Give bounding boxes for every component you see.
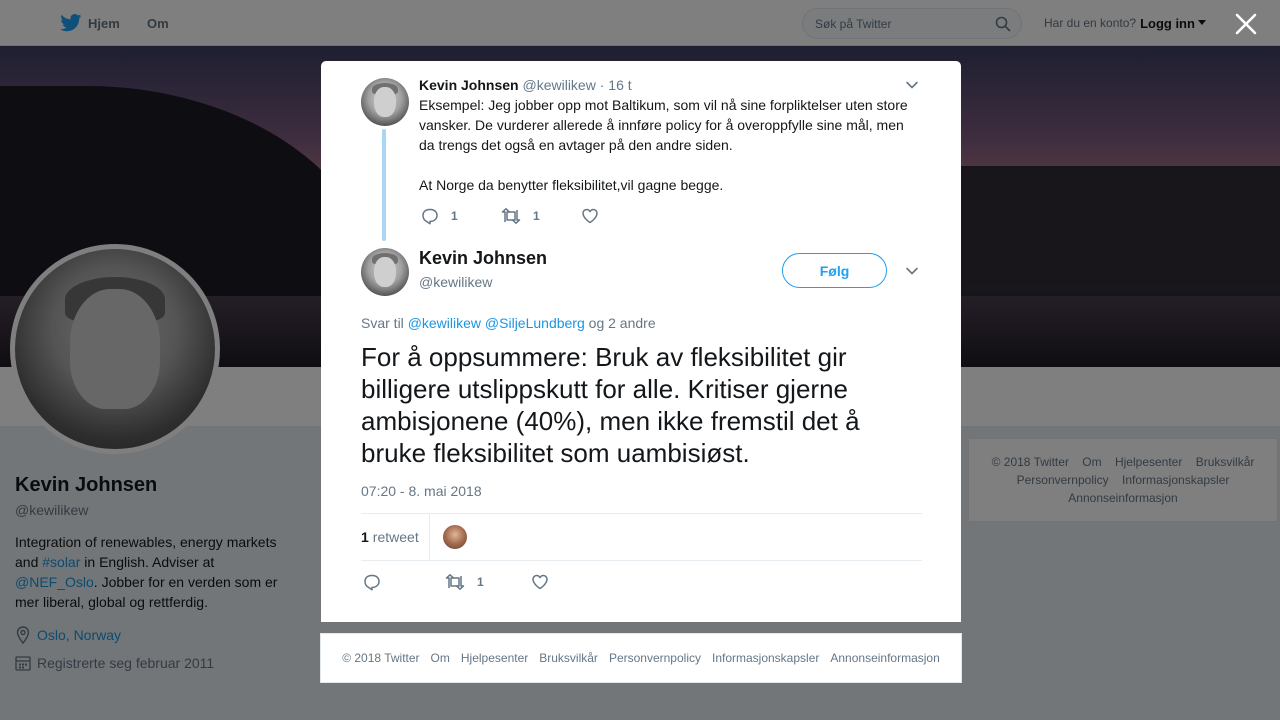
parent-tweet-paragraph: Eksempel: Jeg jobber opp mot Baltikum, s…: [419, 97, 908, 153]
main-tweet-text: For å oppsummere: Bruk av fleksibilitet …: [361, 342, 860, 468]
reply-button[interactable]: 1: [421, 207, 501, 225]
chevron-down-icon[interactable]: [904, 263, 920, 279]
main-tweet-actions: 1: [363, 573, 561, 591]
follow-button[interactable]: Følg: [782, 253, 887, 288]
reply-icon: [422, 208, 438, 225]
tweet-permalink-modal: Kevin Johnsen @kewilikew · 16 t Eksempel…: [321, 61, 961, 622]
footer-ads-link[interactable]: Annonseinformasjon: [830, 651, 939, 665]
reply-mention-link[interactable]: @kewilikew: [408, 315, 481, 331]
parent-tweet-time[interactable]: 16 t: [608, 77, 631, 93]
parent-tweet-author-name[interactable]: Kevin Johnsen: [419, 77, 519, 93]
avatar-face-shape: [374, 257, 396, 287]
footer-about-link[interactable]: Om: [431, 651, 450, 665]
retweet-icon: [445, 574, 465, 590]
parent-tweet-separator: ·: [599, 77, 605, 93]
main-tweet-author-handle[interactable]: @kewilikew: [419, 274, 492, 290]
close-icon[interactable]: [1234, 12, 1258, 36]
thread-connector-line: [382, 129, 386, 241]
main-tweet-timestamp[interactable]: 07:20 - 8. mai 2018: [361, 483, 482, 499]
heart-icon: [582, 208, 598, 224]
parent-tweet-paragraph: At Norge da benytter fleksibilitet,vil g…: [419, 177, 724, 193]
main-tweet-avatar[interactable]: [361, 248, 409, 296]
retweet-count: 1: [477, 575, 484, 589]
parent-tweet-text: Eksempel: Jeg jobber opp mot Baltikum, s…: [419, 95, 919, 195]
reply-button[interactable]: [363, 573, 445, 591]
reply-mention-link[interactable]: @SiljeLundberg: [485, 315, 585, 331]
reply-context: Svar til @kewilikew @SiljeLundberg og 2 …: [361, 315, 656, 331]
parent-tweet-author-handle[interactable]: @kewilikew: [522, 77, 595, 93]
footer-help-link[interactable]: Hjelpesenter: [461, 651, 528, 665]
retweeter-avatar[interactable]: [443, 525, 467, 549]
retweet-icon: [501, 208, 521, 224]
retweet-stat-count: 1: [361, 529, 369, 545]
retweet-count: 1: [533, 209, 540, 223]
reply-icon: [364, 574, 380, 591]
footer-privacy-link[interactable]: Personvernpolicy: [609, 651, 701, 665]
modal-footer: © 2018 Twitter Om Hjelpesenter Bruksvilk…: [320, 633, 962, 683]
footer-cookies-link[interactable]: Informasjonskapsler: [712, 651, 819, 665]
retweet-stat[interactable]: 1 retweet: [361, 514, 430, 560]
like-button[interactable]: [581, 207, 611, 225]
retweet-button[interactable]: 1: [501, 208, 581, 224]
like-button[interactable]: [531, 573, 561, 591]
reply-to-suffix[interactable]: og 2 andre: [589, 315, 656, 331]
retweet-stat-label: retweet: [372, 529, 419, 545]
chevron-down-icon[interactable]: [904, 77, 920, 93]
tweet-stats: 1 retweet: [361, 513, 922, 561]
parent-tweet-actions: 1 1: [421, 207, 611, 225]
retweet-button[interactable]: 1: [445, 574, 531, 590]
heart-icon: [532, 574, 548, 590]
footer-copyright: © 2018 Twitter: [342, 651, 420, 665]
reply-to-prefix: Svar til: [361, 315, 404, 331]
parent-tweet-header: Kevin Johnsen @kewilikew · 16 t: [419, 77, 632, 95]
parent-tweet-avatar[interactable]: [361, 78, 409, 126]
avatar-face-shape: [374, 87, 396, 117]
footer-terms-link[interactable]: Bruksvilkår: [539, 651, 598, 665]
main-tweet-author-name[interactable]: Kevin Johnsen: [419, 248, 547, 269]
reply-count: 1: [451, 209, 458, 223]
